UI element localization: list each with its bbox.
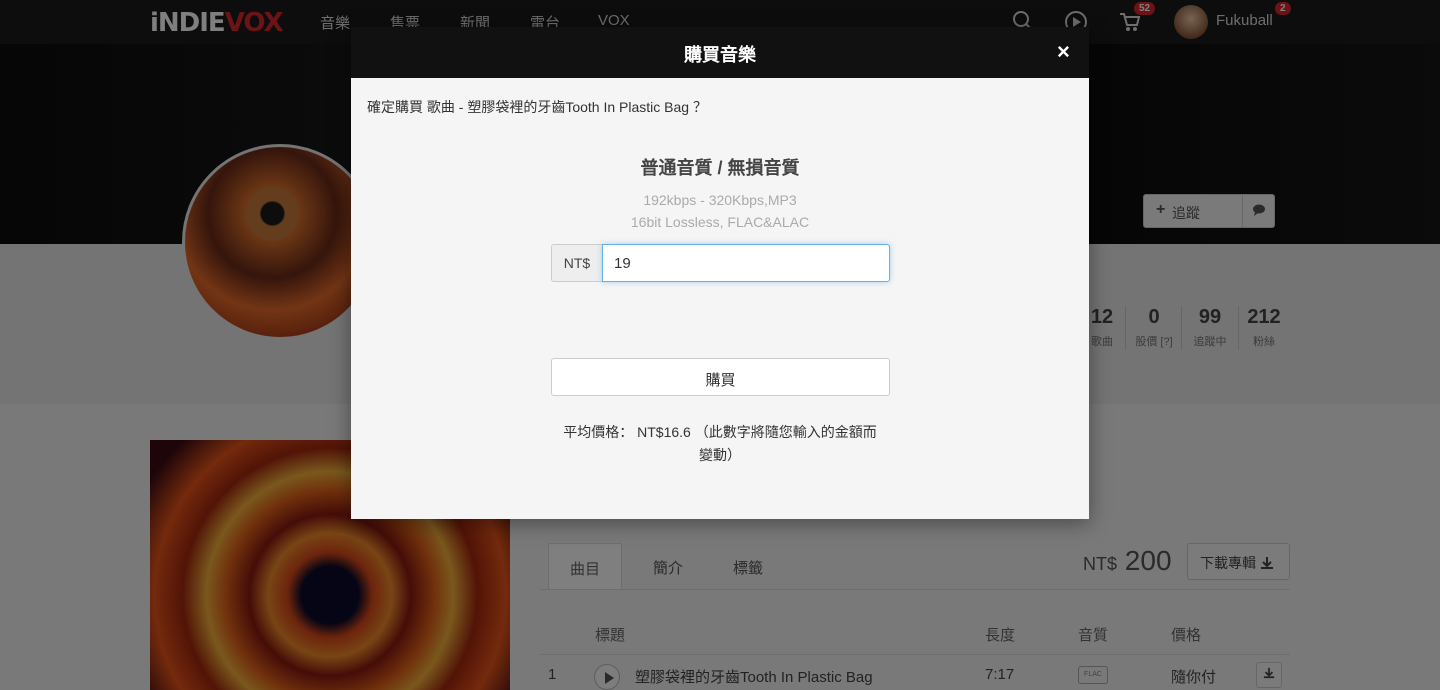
spec-lossless: 16bit Lossless, FLAC&ALAC xyxy=(630,214,810,230)
amount-input[interactable] xyxy=(602,244,890,282)
spec-mp3: 192kbps - 320Kbps,MP3 xyxy=(643,192,797,208)
modal-title: 購買音樂 xyxy=(684,45,756,65)
buy-button[interactable]: 購買 xyxy=(551,358,890,396)
quality-title: 普通音質 / 無損音質 xyxy=(640,158,800,178)
amount-input-group: NT$ xyxy=(551,244,890,282)
purchase-confirm-text: 確定購買 歌曲 - 塑膠袋裡的牙齒Tooth In Plastic Bag ？ xyxy=(367,99,707,115)
average-price-note: 平均價格： NT$16.6 （此數字將隨您輸入的金額而 變動） xyxy=(563,424,877,463)
modal-header: 購買音樂 × xyxy=(351,27,1089,78)
close-icon[interactable]: × xyxy=(1057,39,1070,65)
currency-addon: NT$ xyxy=(551,244,602,282)
purchase-modal: 購買音樂 × 確定購買 歌曲 - 塑膠袋裡的牙齒Tooth In Plastic… xyxy=(351,27,1089,519)
